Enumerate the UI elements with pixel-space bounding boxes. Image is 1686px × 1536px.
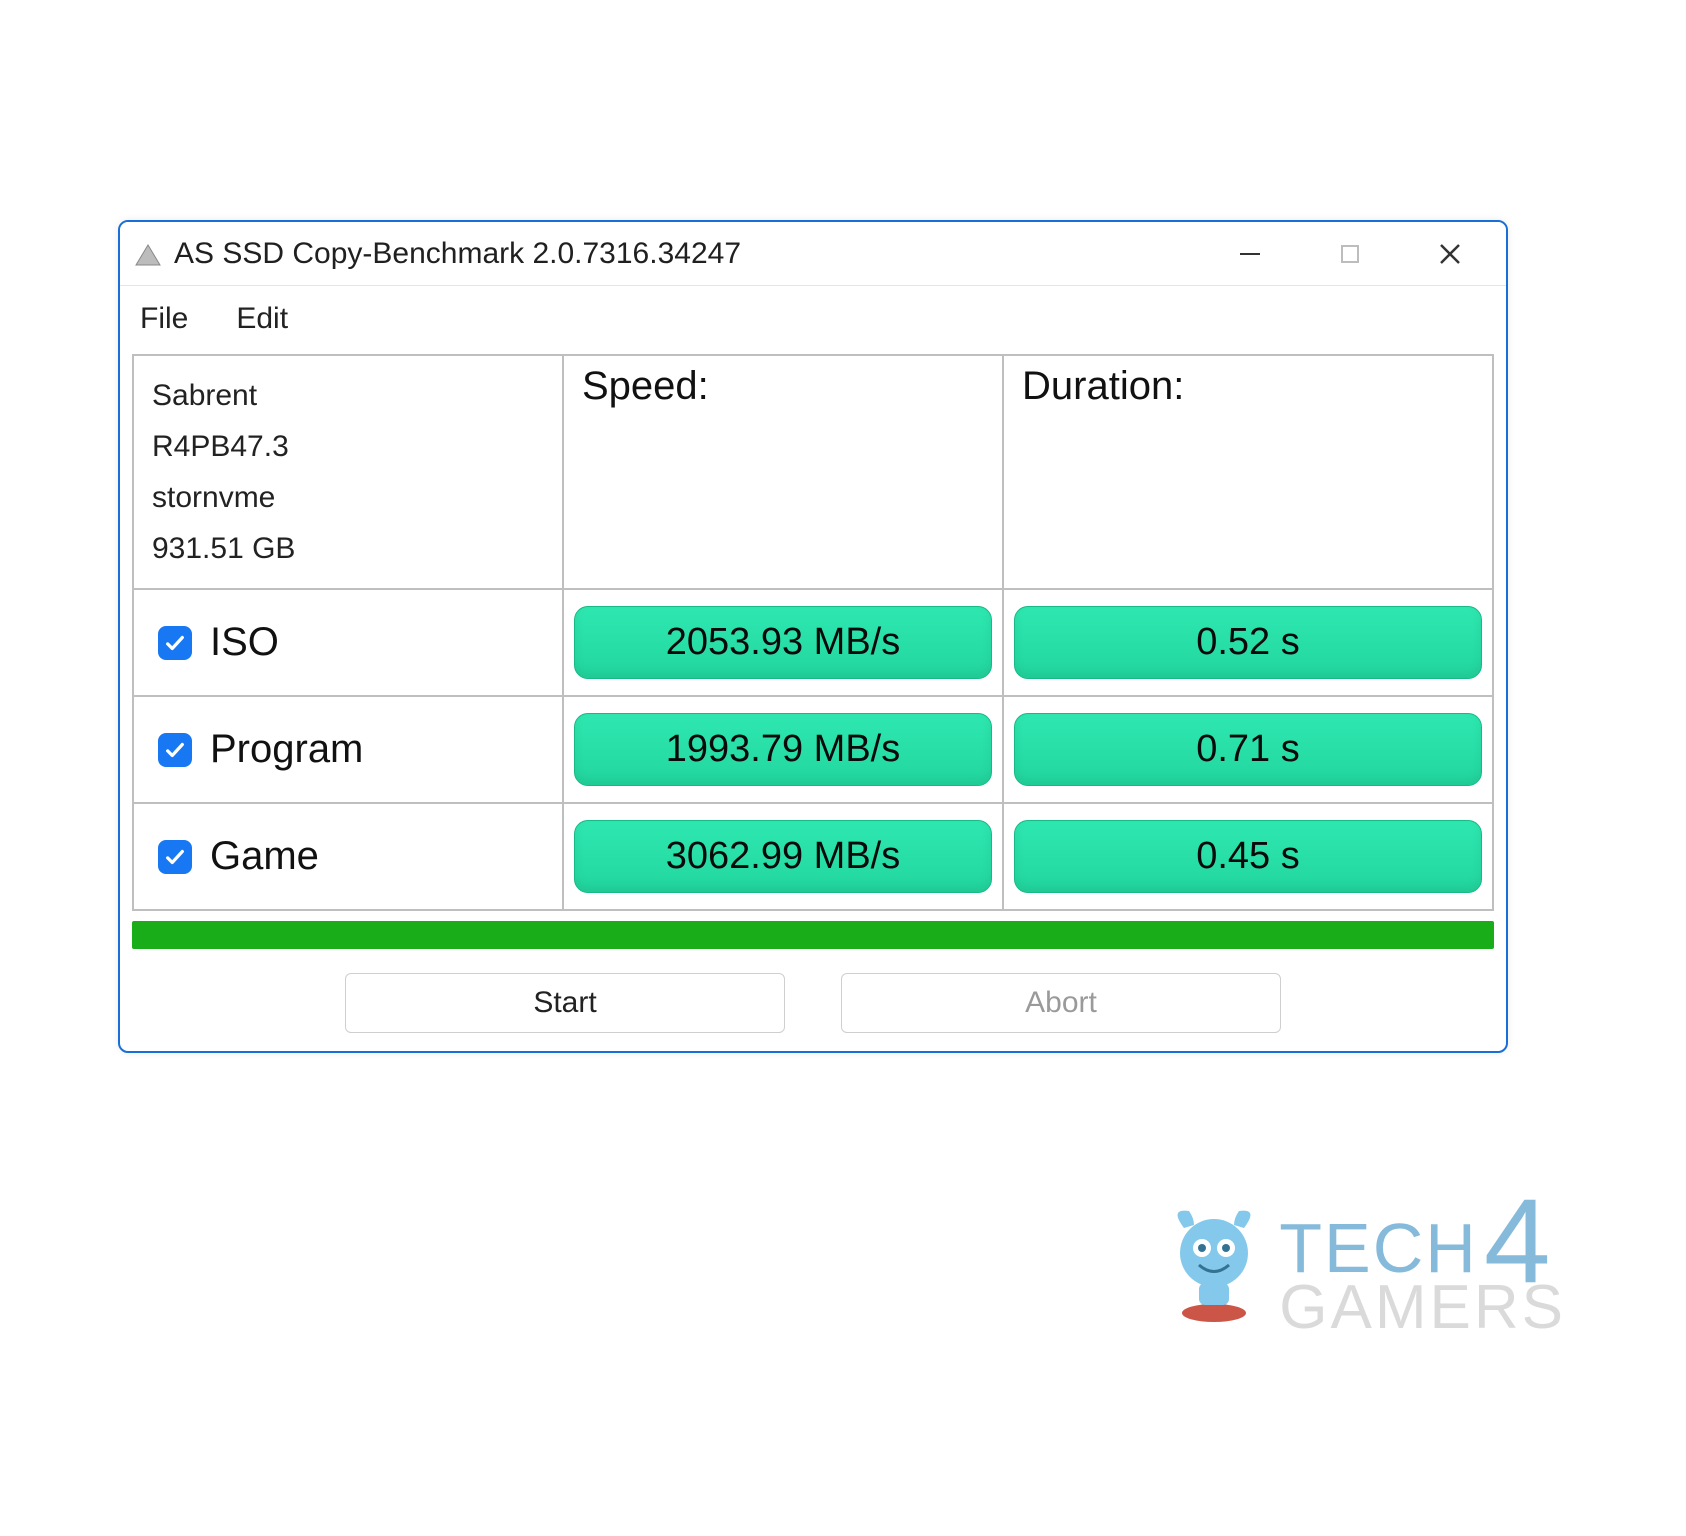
col-header-duration: Duration: [1003,355,1493,589]
header-row: Sabrent R4PB47.3 stornvme 931.51 GB Spee… [133,355,1493,589]
checkbox-game[interactable] [158,840,192,874]
watermark-digit: 4 [1484,1199,1553,1283]
label-game: Game [210,834,319,879]
abort-button[interactable]: Abort [841,973,1281,1033]
menu-edit[interactable]: Edit [236,302,288,336]
mascot-icon [1159,1203,1269,1323]
col-header-speed: Speed: [563,355,1003,589]
drive-firmware: R4PB47.3 [152,421,544,472]
content-area: Sabrent R4PB47.3 stornvme 931.51 GB Spee… [120,354,1506,1051]
row-game: Game 3062.99 MB/s 0.45 s [133,803,1493,910]
titlebar: AS SSD Copy-Benchmark 2.0.7316.34247 [120,222,1506,286]
drive-info-cell: Sabrent R4PB47.3 stornvme 931.51 GB [133,355,563,589]
window-title: AS SSD Copy-Benchmark 2.0.7316.34247 [174,237,1230,271]
speed-game: 3062.99 MB/s [574,820,992,893]
label-iso: ISO [210,620,279,665]
row-label-iso: ISO [152,602,544,683]
drive-capacity: 931.51 GB [152,523,544,574]
close-button[interactable] [1430,234,1470,274]
checkbox-program[interactable] [158,733,192,767]
menubar: File Edit [120,286,1506,354]
progress-bar [132,921,1494,949]
speed-iso: 2053.93 MB/s [574,606,992,679]
duration-iso: 0.52 s [1014,606,1482,679]
app-window: AS SSD Copy-Benchmark 2.0.7316.34247 Fil… [118,220,1508,1053]
watermark-line1: TECH [1279,1217,1478,1280]
duration-program: 0.71 s [1014,713,1482,786]
drive-driver: stornvme [152,472,544,523]
app-icon [132,241,164,267]
minimize-button[interactable] [1230,234,1270,274]
watermark-logo: TECH 4 GAMERS [1159,1189,1566,1336]
maximize-button[interactable] [1330,234,1370,274]
label-program: Program [210,727,363,772]
row-iso: ISO 2053.93 MB/s 0.52 s [133,589,1493,696]
button-row: Start Abort [132,969,1494,1037]
row-program: Program 1993.79 MB/s 0.71 s [133,696,1493,803]
duration-game: 0.45 s [1014,820,1482,893]
menu-file[interactable]: File [140,302,188,336]
checkbox-iso[interactable] [158,626,192,660]
row-label-program: Program [152,709,544,790]
benchmark-table: Sabrent R4PB47.3 stornvme 931.51 GB Spee… [132,354,1494,911]
row-label-game: Game [152,816,544,897]
drive-name: Sabrent [152,370,544,421]
window-controls [1230,234,1498,274]
start-button[interactable]: Start [345,973,785,1033]
watermark-text: TECH 4 GAMERS [1279,1189,1566,1336]
speed-program: 1993.79 MB/s [574,713,992,786]
